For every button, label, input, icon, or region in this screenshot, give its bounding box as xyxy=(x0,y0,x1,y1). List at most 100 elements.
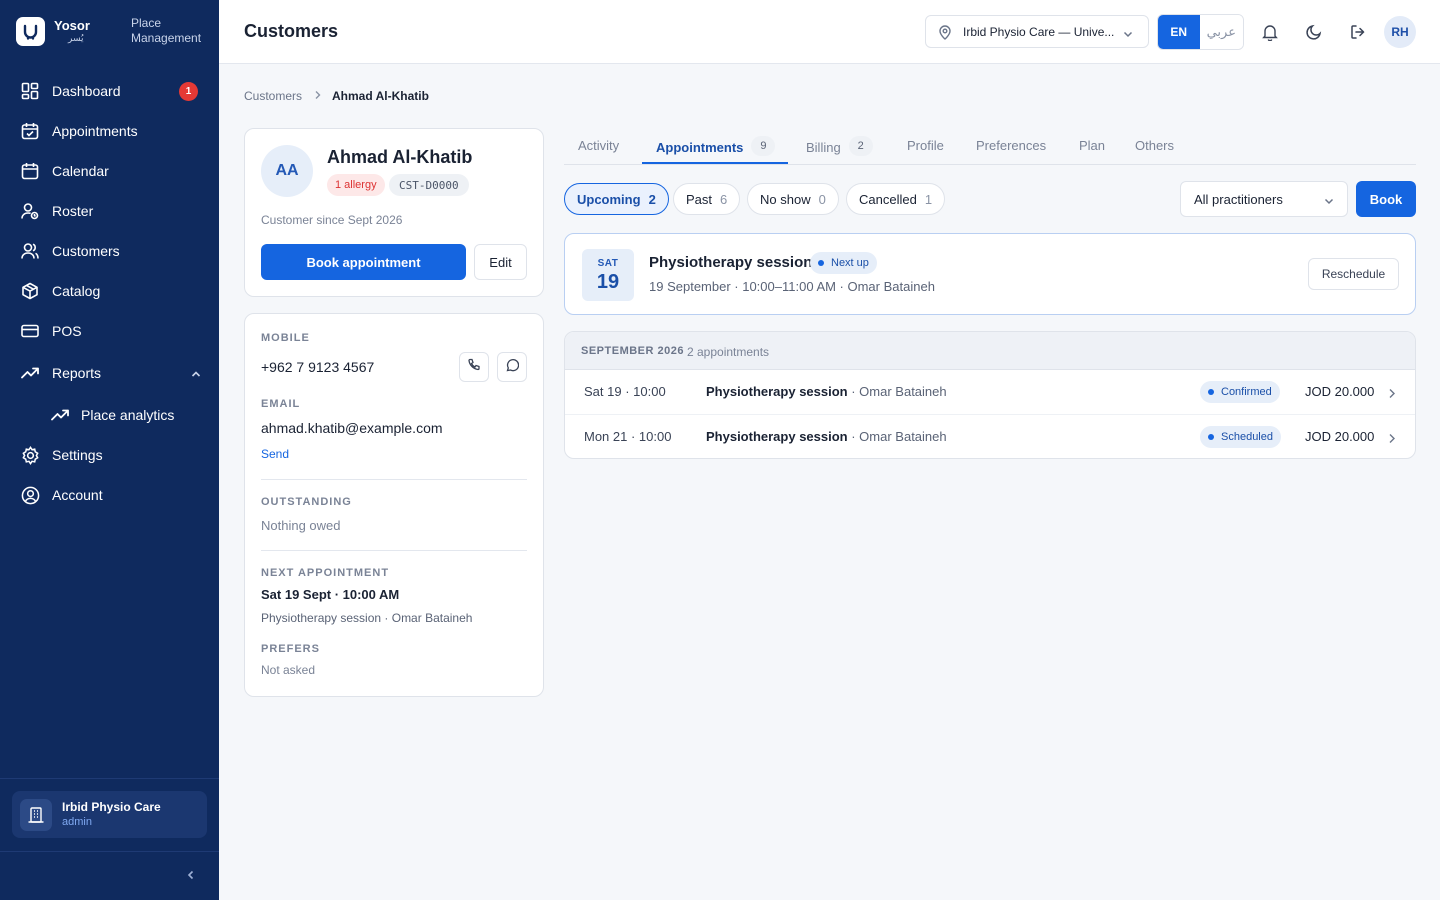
practitioner-select[interactable]: All practitioners xyxy=(1180,181,1348,217)
breadcrumb: Customers Ahmad Al-Khatib xyxy=(244,89,429,103)
users-icon xyxy=(20,241,40,261)
email-value: ahmad.khatib@example.com xyxy=(261,420,443,436)
collapse-sidebar-chevron-left-icon[interactable] xyxy=(184,868,198,887)
sidebar-item-label: Roster xyxy=(52,203,94,219)
tab-label: Others xyxy=(1135,138,1175,153)
table-row[interactable]: Sat 19 · 10:00 Physiotherapy session · O… xyxy=(565,370,1415,414)
sidebar-item-label: Catalog xyxy=(52,283,101,299)
practitioner-name: · Omar Bataineh xyxy=(847,384,947,399)
active-tab-indicator xyxy=(642,162,788,164)
sidebar-item-dashboard[interactable]: Dashboard 1 xyxy=(0,71,219,111)
tab-preferences[interactable]: Preferences xyxy=(976,138,1046,153)
sidebar-item-place-analytics[interactable]: Place analytics xyxy=(0,395,219,435)
sidebar-item-catalog[interactable]: Catalog xyxy=(0,271,219,311)
mobile-label: MOBILE xyxy=(261,332,310,344)
outstanding-value: Nothing owed xyxy=(261,518,341,533)
sidebar-item-calendar[interactable]: Calendar xyxy=(0,151,219,191)
bell-icon[interactable] xyxy=(1260,22,1280,42)
allergy-badge[interactable]: 1 allergy xyxy=(327,174,385,196)
call-button[interactable] xyxy=(459,352,489,382)
next-appointment-card[interactable]: SAT 19 Physiotherapy session Next up 19 … xyxy=(564,233,1416,315)
status-badge: Confirmed xyxy=(1200,381,1280,403)
filter-no-show[interactable]: No show 0 xyxy=(747,183,839,215)
sidebar-item-pos[interactable]: POS xyxy=(0,311,219,351)
sidebar-nav: Dashboard 1 Appointments Calendar Roster… xyxy=(0,71,219,515)
edit-customer-button[interactable]: Edit xyxy=(474,244,527,280)
appointment-price: JOD 20.000 xyxy=(1305,384,1375,399)
brand-name: Yosor xyxy=(54,18,90,33)
brand[interactable]: Yosor يُسر Place Management xyxy=(16,16,206,50)
sidebar-item-label: POS xyxy=(52,323,82,339)
table-row[interactable]: Mon 21 · 10:00 Physiotherapy session · O… xyxy=(565,414,1415,458)
credit-card-icon xyxy=(20,321,40,341)
lang-en-button[interactable]: EN xyxy=(1158,15,1200,49)
prefers-value: Not asked xyxy=(261,663,316,677)
chevron-right-icon xyxy=(1388,431,1396,449)
breadcrumb-customers-link[interactable]: Customers xyxy=(244,89,302,103)
tab-others[interactable]: Others xyxy=(1135,138,1174,153)
tab-plan[interactable]: Plan xyxy=(1079,138,1105,153)
practitioner-name: · Omar Bataineh xyxy=(847,429,947,444)
tab-activity[interactable]: Activity xyxy=(578,138,619,153)
sidebar-item-settings[interactable]: Settings xyxy=(0,435,219,475)
moon-icon[interactable] xyxy=(1304,22,1324,42)
sidebar-item-reports[interactable]: Reports xyxy=(0,353,219,393)
chevron-right-icon xyxy=(314,89,322,103)
sidebar-item-label: Dashboard xyxy=(52,83,121,99)
place-switcher[interactable]: Irbid Physio Care admin xyxy=(12,791,207,838)
user-clock-icon xyxy=(20,201,40,221)
tab-label: Preferences xyxy=(976,138,1047,153)
tab-label: Plan xyxy=(1079,138,1106,153)
book-appointment-button[interactable]: Book appointment xyxy=(261,244,466,280)
package-icon xyxy=(20,281,40,301)
sidebar-item-label: Appointments xyxy=(52,123,138,139)
reschedule-button[interactable]: Reschedule xyxy=(1308,258,1399,290)
tab-billing[interactable]: Billing 2 xyxy=(806,136,873,156)
email-label: EMAIL xyxy=(261,398,301,410)
book-button[interactable]: Book xyxy=(1356,181,1416,217)
date-day: 19 xyxy=(596,271,620,293)
service-name: Physiotherapy session xyxy=(706,429,848,444)
sidebar-item-label: Place analytics xyxy=(81,407,175,423)
appointment-when: Sat 19 · 10:00 xyxy=(584,384,666,399)
language-switch: EN عربي xyxy=(1157,14,1244,50)
location-name: Irbid Physio Care — Unive... xyxy=(963,25,1115,39)
sidebar-item-account[interactable]: Account xyxy=(0,475,219,515)
chevron-down-icon xyxy=(1122,27,1134,45)
customer-since: Customer since Sept 2026 xyxy=(261,213,403,227)
filter-upcoming[interactable]: Upcoming 2 xyxy=(564,183,669,215)
send-email-link[interactable]: Send xyxy=(261,447,289,461)
trending-up-icon xyxy=(50,405,70,425)
tab-appointments[interactable]: Appointments 9 xyxy=(656,136,776,156)
practitioner-select-value: All practitioners xyxy=(1194,192,1283,207)
customer-code-badge: CST-D0000 xyxy=(389,174,469,196)
user-avatar[interactable]: RH xyxy=(1384,16,1416,48)
month-count: 2 appointments xyxy=(687,345,770,359)
topbar: Customers Irbid Physio Care — Unive... E… xyxy=(219,0,1440,64)
chevron-up-icon[interactable] xyxy=(190,367,202,383)
brand-module: Place Management xyxy=(131,16,202,45)
logout-icon[interactable] xyxy=(1348,22,1368,42)
service-name: Physiotherapy session xyxy=(706,384,848,399)
tab-profile[interactable]: Profile xyxy=(907,138,944,153)
lang-ar-button[interactable]: عربي xyxy=(1199,15,1243,49)
customer-name: Ahmad Al-Khatib xyxy=(327,147,473,167)
month-label: SEPTEMBER 2026 xyxy=(581,345,684,357)
appointment-service: Physiotherapy session · Omar Bataineh xyxy=(706,429,947,444)
sidebar-item-appointments[interactable]: Appointments xyxy=(0,111,219,151)
badge-label: Next up xyxy=(831,257,869,269)
sidebar-item-customers[interactable]: Customers xyxy=(0,231,219,271)
sidebar-item-label: Settings xyxy=(52,447,103,463)
sidebar-item-roster[interactable]: Roster xyxy=(0,191,219,231)
tab-label: Billing xyxy=(806,139,841,155)
appointment-when: Mon 21 · 10:00 xyxy=(584,429,672,444)
next-appointment-when: Sat 19 Sept · 10:00 AM xyxy=(261,587,400,602)
location-select[interactable]: Irbid Physio Care — Unive... xyxy=(925,15,1149,48)
divider xyxy=(0,778,219,779)
filter-cancelled[interactable]: Cancelled 1 xyxy=(846,183,946,215)
customer-details-card: MOBILE +962 7 9123 4567 EMAIL ahmad.khat… xyxy=(244,313,544,697)
status-badge: Scheduled xyxy=(1200,426,1281,448)
filter-past[interactable]: Past 6 xyxy=(673,183,741,215)
status-label: Confirmed xyxy=(1221,386,1272,398)
message-button[interactable] xyxy=(497,352,527,382)
